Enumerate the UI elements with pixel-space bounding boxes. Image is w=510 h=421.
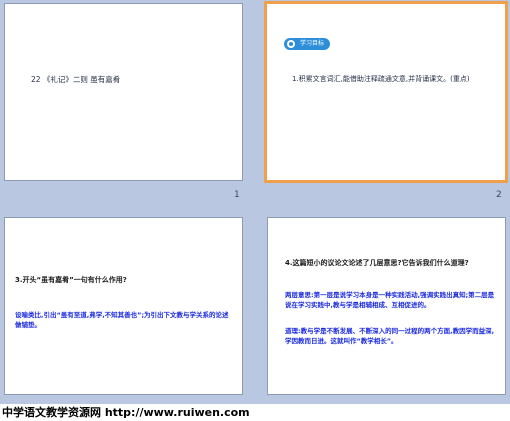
slide-number-1: 1 (234, 190, 240, 200)
footer-watermark: 中学语文教学资源网 http://www.ruiwen.com (2, 406, 250, 419)
slide-question: 4.这篇短小的议论文论述了几层意思?它告诉我们什么道理? (285, 259, 469, 267)
slide-thumbnail-3[interactable]: 3.开头“虽有嘉肴”一句有什么作用? 设喻类比,引出“虽有至道,弗学,不知其善也… (4, 217, 243, 395)
slide-thumbnail-1[interactable]: 22 《礼记》二则 虽有嘉肴 (4, 3, 243, 181)
slide-title: 22 《礼记》二则 虽有嘉肴 (31, 75, 121, 84)
slide-number-2: 2 (496, 190, 502, 200)
slide-sorter: 22 《礼记》二则 虽有嘉肴 1 学习目标 1.积累文言词汇,能借助注释疏通文意… (0, 0, 510, 404)
slide-answer: 设喻类比,引出“虽有至道,弗学,不知其善也”;为引出下文教与学关系的论述做铺垫。 (15, 311, 229, 329)
slide-thumbnail-4[interactable]: 4.这篇短小的议论文论述了几层意思?它告诉我们什么道理? 两层意思:第一层是说学… (267, 217, 506, 395)
slide-paragraph-2: 道理:教与学是不断发展、不断深入的同一过程的两个方面,教因学而益深,学因教而日进… (285, 327, 495, 345)
slide-question: 3.开头“虽有嘉肴”一句有什么作用? (15, 276, 127, 284)
badge-label: 学习目标 (300, 40, 325, 47)
slide-paragraph-1: 两层意思:第一层是说学习本身是一种实践活动,强调实践出真知;第二层是说在学习实践… (285, 291, 495, 309)
slide-body-text: 1.积累文言词汇,能借助注释疏通文意,并背诵课文。(重点) (292, 75, 470, 83)
slide-thumbnail-2[interactable]: 学习目标 1.积累文言词汇,能借助注释疏通文意,并背诵课文。(重点) (264, 1, 508, 183)
learning-goal-badge: 学习目标 (284, 38, 331, 50)
badge-icon (287, 40, 295, 48)
